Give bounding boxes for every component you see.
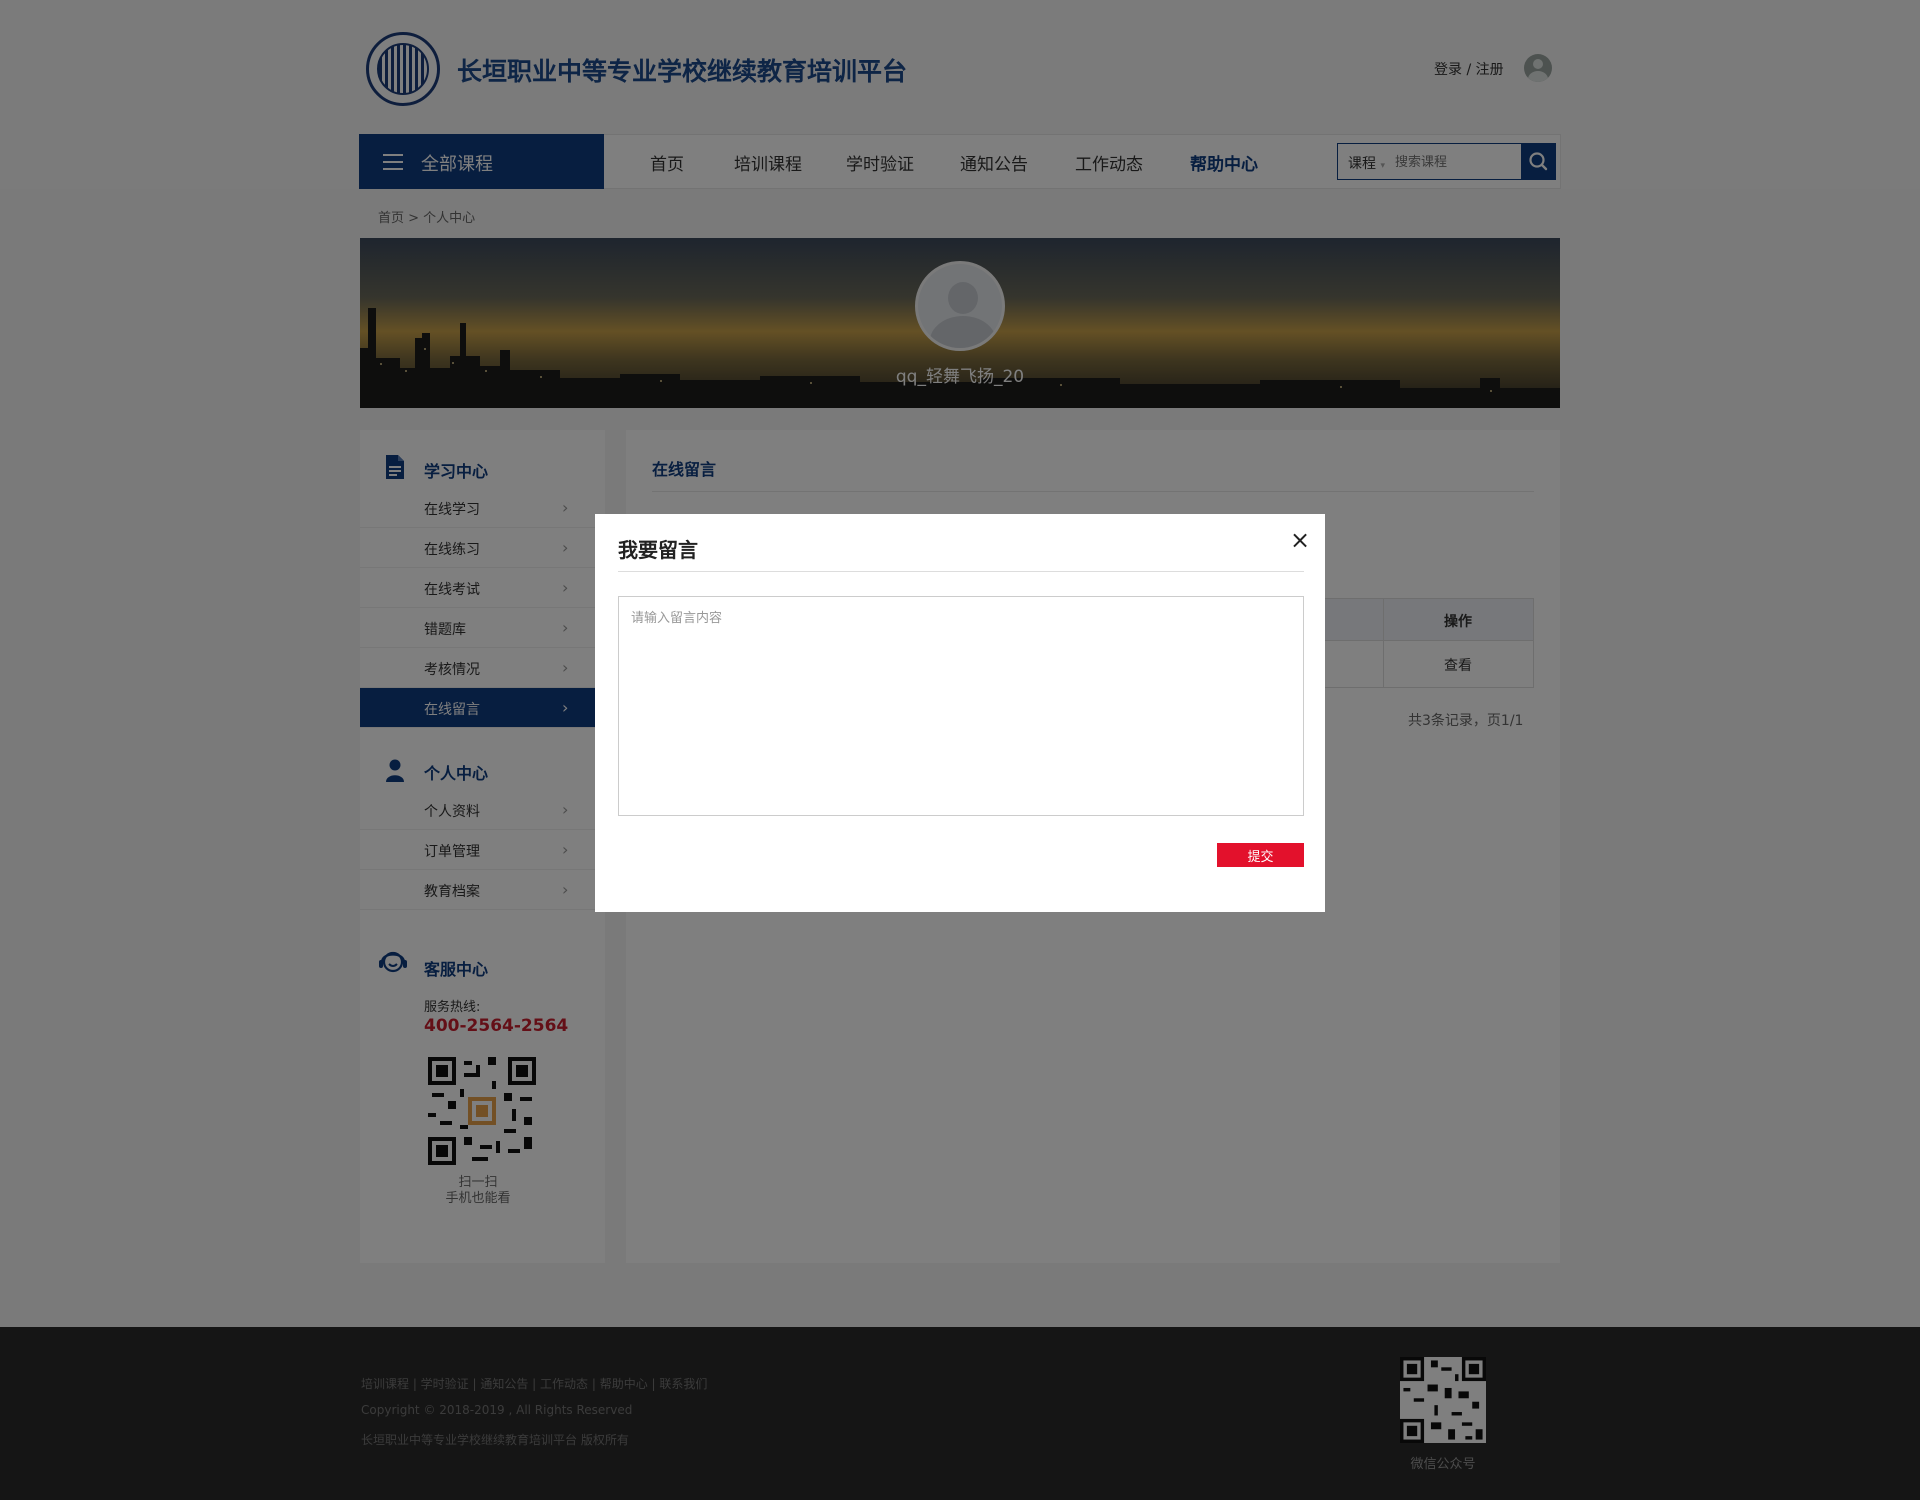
dialog-divider (618, 571, 1304, 572)
message-textarea[interactable] (618, 596, 1304, 816)
dialog-title: 我要留言 (618, 538, 698, 562)
close-icon[interactable]: × (1288, 528, 1312, 552)
message-dialog: 我要留言 × 提交 (595, 514, 1325, 912)
submit-button[interactable]: 提交 (1217, 843, 1304, 867)
